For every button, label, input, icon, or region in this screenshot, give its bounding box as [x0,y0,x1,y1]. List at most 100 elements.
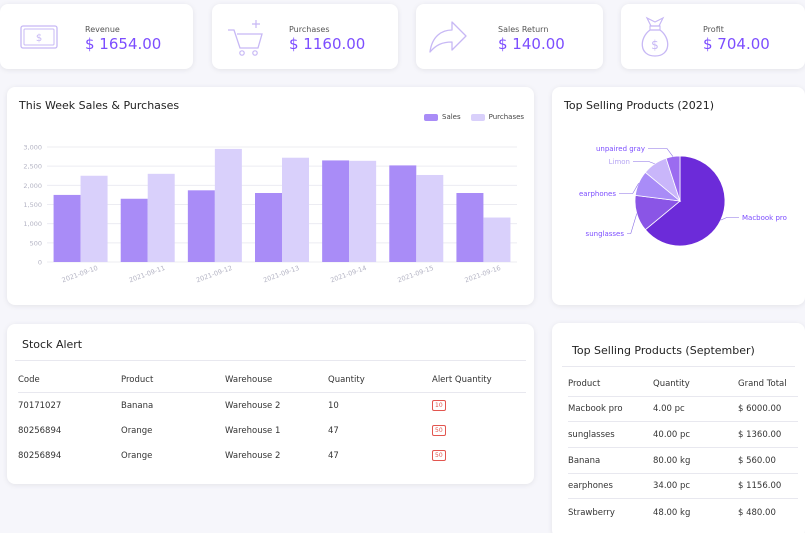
bar-purchases[interactable] [147,173,175,262]
cell-total: $ 6000.00 [738,404,782,414]
stat-card-purchases: Purchases $ 1160.00 [212,4,398,69]
bar-purchases[interactable] [214,148,242,262]
pie-label: unpaired gray [596,145,645,153]
col-header: Quantity [328,375,365,385]
cell-product: Orange [121,450,153,461]
stat-label: Sales Return [498,25,549,34]
cell-quantity: 47 [328,450,339,461]
bar-purchases[interactable] [416,174,444,262]
banknote-icon: $ [20,25,58,49]
stock-table: Code Product Warehouse Quantity Alert Qu… [18,368,526,468]
bar-purchases[interactable] [349,160,377,262]
x-tick-label: 2021-09-14 [329,264,367,284]
table-row: Banana 80.00 kg $ 560.00 [568,449,798,474]
table-row: 70171027 Banana Warehouse 2 10 10 [18,393,526,418]
svg-text:$: $ [36,33,42,44]
bar-sales[interactable] [322,160,350,262]
cell-quantity: 34.00 pc [653,481,691,491]
cell-warehouse: Warehouse 2 [225,450,281,461]
x-tick-label: 2021-09-15 [396,264,434,284]
cell-alert: 50 [432,425,446,436]
cell-quantity: 80.00 kg [653,456,691,466]
col-header: Product [121,375,154,385]
stat-card-sales-return: Sales Return $ 140.00 [416,4,603,69]
table-header: Product Quantity Grand Total [568,372,798,397]
cell-quantity: 47 [328,425,339,436]
cell-quantity: 4.00 pc [653,404,685,414]
pie-leader-line [633,161,655,165]
cell-product: sunglasses [568,430,615,440]
cell-code: 70171027 [18,400,62,411]
table-row: Macbook pro 4.00 pc $ 6000.00 [568,397,798,422]
table-header: Code Product Warehouse Quantity Alert Qu… [18,368,526,393]
cell-total: $ 1156.00 [738,481,782,491]
stat-value: $ 140.00 [498,35,565,53]
alert-badge: 10 [432,400,446,411]
weekly-chart-card: This Week Sales & Purchases Sales Purcha… [7,87,534,305]
stat-card-profit: $ Profit $ 704.00 [621,4,805,69]
y-tick-label: 500 [30,239,42,247]
pie-chart: Macbook pro sunglasses earphones Limon unpai… [579,145,787,247]
bar-purchases[interactable] [80,175,108,262]
top-month-title: Top Selling Products (September) [572,344,755,357]
stat-card-revenue: $ Revenue $ 1654.00 [0,4,193,69]
svg-text:$: $ [651,38,659,52]
col-header: Quantity [653,379,690,389]
cell-product: earphones [568,481,613,491]
stock-alert-card: Stock Alert Code Product Warehouse Quant… [7,324,534,484]
bar-sales[interactable] [456,193,484,262]
col-header: Warehouse [225,375,273,385]
pie-leader-line [627,213,638,234]
col-header: Grand Total [738,379,787,389]
cell-code: 80256894 [18,425,62,436]
table-row: Strawberry 48.00 kg $ 480.00 [568,500,798,525]
alert-badge: 50 [432,450,446,461]
pie-label: Limon [609,158,630,166]
col-header: Product [568,379,601,389]
share-arrow-icon [429,21,467,53]
y-tick-label: 1,500 [23,201,42,209]
cell-code: 80256894 [18,450,62,461]
stat-value: $ 1160.00 [289,35,366,53]
pie-label: sunglasses [586,230,625,238]
bar-sales[interactable] [255,193,282,262]
cell-product: Banana [121,400,154,411]
cell-total: $ 1360.00 [738,430,782,440]
cell-total: $ 560.00 [738,456,776,466]
x-tick-label: 2021-09-16 [464,264,502,284]
y-tick-label: 2,500 [23,163,42,171]
y-tick-label: 3,000 [23,144,42,152]
top-month-table: Product Quantity Grand Total Macbook pro… [568,372,798,527]
cell-product: Macbook pro [568,404,623,414]
bar-sales[interactable] [53,194,81,262]
bar-purchases[interactable] [282,157,309,262]
y-tick-label: 0 [38,259,42,267]
divider [562,366,795,367]
cell-product: Banana [568,456,601,466]
stat-value: $ 704.00 [703,35,770,53]
cart-plus-icon [228,20,263,56]
bar-sales[interactable] [120,198,148,262]
cell-product: Orange [121,425,153,436]
cell-product: Strawberry [568,507,615,518]
x-tick-label: 2021-09-11 [128,264,166,284]
pie-leader-line [720,217,739,221]
bar-chart: 0 500 1,000 1,500 2,000 2,500 3,000 2021-09-10 2… [23,144,517,284]
cell-alert: 50 [432,450,446,461]
top-year-card: Top Selling Products (2021) Macbook pro s… [552,87,805,305]
y-tick-label: 2,000 [23,182,42,190]
cell-warehouse: Warehouse 1 [225,425,281,436]
bar-sales[interactable] [389,165,417,262]
stock-title: Stock Alert [22,338,83,351]
cell-quantity: 10 [328,400,339,411]
table-row: sunglasses 40.00 pc $ 1360.00 [568,423,798,448]
bar-sales[interactable] [187,190,215,262]
bar-purchases[interactable] [483,217,511,262]
cell-quantity: 40.00 pc [653,430,691,440]
stat-label: Profit [703,25,724,34]
divider [15,360,526,361]
x-tick-label: 2021-09-10 [61,264,99,284]
cell-warehouse: Warehouse 2 [225,400,281,411]
stat-label: Revenue [85,25,120,34]
pie-label: Macbook pro [742,214,787,222]
